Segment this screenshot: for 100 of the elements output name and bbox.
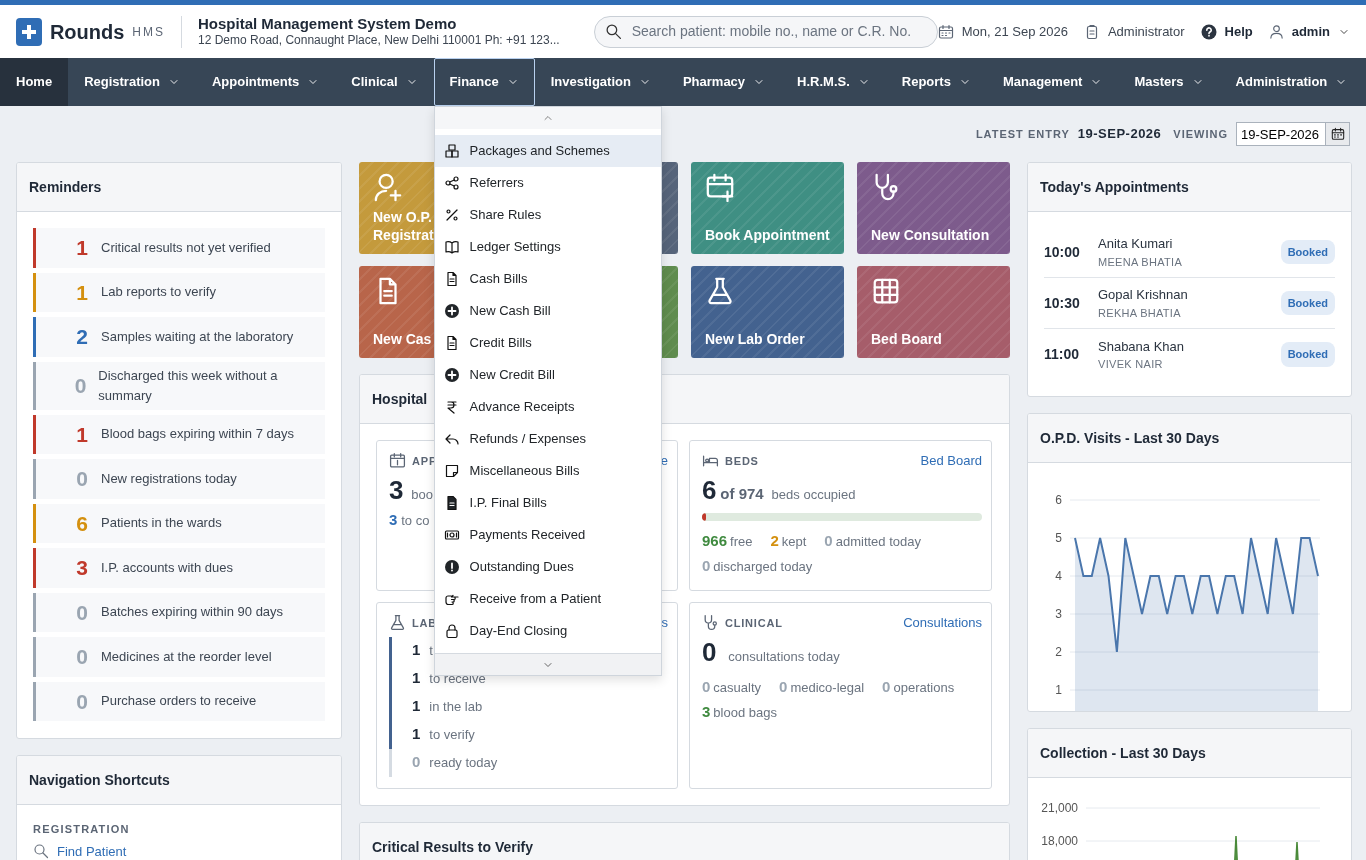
doctor-name: MEENA BHATIA [1098, 254, 1184, 270]
reminder-text: Blood bags expiring within 7 days [100, 425, 295, 444]
stat-label: beds occupied [771, 486, 856, 502]
reminder-text: Discharged this week without a summary [97, 366, 279, 405]
reminder-count: 0 [75, 599, 89, 626]
brand-suffix: HMS [132, 23, 165, 41]
stat-value: 0 [702, 676, 711, 697]
axis-tick-label: 2 [1055, 645, 1062, 659]
stat-label: medico-legal [790, 678, 865, 697]
stat-label: discharged today [713, 558, 813, 576]
tile-label: New O.P. Registrat [373, 208, 435, 244]
reminder-count: 3 [75, 555, 89, 581]
patient-name: Anita Kumari [1098, 235, 1174, 253]
axis-tick-label: 6 [1055, 493, 1062, 507]
reminder-text: Critical results not yet verified [100, 238, 272, 257]
stat-value: 0 [412, 752, 421, 773]
patient-name: Gopal Krishnan [1098, 286, 1189, 304]
panel-title: Navigation Shortcuts [29, 770, 170, 790]
panel-title: Collection - Last 30 Days [1040, 743, 1206, 763]
stat-value: 0 [702, 636, 717, 667]
appointment-time: 11:00 [1044, 345, 1081, 364]
stat-label: to verify [429, 725, 475, 744]
stat-label: operations [893, 678, 955, 697]
stat-label: consultations today [728, 648, 840, 664]
tile-label: Book Appointment [705, 226, 830, 244]
appointment-time: 10:30 [1044, 293, 1081, 313]
status-badge: Booked [1280, 290, 1335, 316]
panel-title: Today's Appointments [1040, 177, 1189, 197]
reminder-count: 6 [75, 510, 89, 537]
tile-label: New Cas [373, 330, 432, 348]
reminder-count: 0 [75, 644, 89, 670]
axis-tick-label: 21,000 [1041, 801, 1078, 815]
latest-entry-label: LATEST ENTRY [975, 126, 1070, 142]
stat-value: 3 [702, 701, 711, 722]
panel-title: Reminders [29, 177, 102, 197]
panel-title: O.P.D. Visits - Last 30 Days [1040, 428, 1220, 448]
brand-name: Rounds [49, 19, 125, 45]
reminder-text: Lab reports to verify [100, 283, 217, 302]
hospital-name: Hospital Management System Demo [198, 15, 458, 33]
stat-label: ready today [429, 753, 498, 772]
stat-value: 1 [412, 640, 421, 661]
stat-label: kept [781, 533, 807, 551]
status-badge: Booked [1280, 239, 1335, 265]
hospital-address: 12 Demo Road, Connaught Place, New Delhi 110001 Ph: +91 123... [198, 33, 560, 48]
axis-tick-label: 18,000 [1041, 834, 1078, 848]
reminder-count: 1 [75, 421, 89, 448]
reminder-count: 1 [75, 279, 89, 306]
card-heading: CLINICAL [725, 615, 783, 631]
reminder-text: Medicines at the reorder level [100, 647, 273, 666]
tile-label: New Consultation [871, 226, 990, 244]
appointment-time: 10:00 [1044, 242, 1081, 262]
panel-title: Critical Results to Verify [372, 837, 534, 857]
stat-label: blood bags [713, 703, 777, 722]
card-heading: BEDS [725, 453, 759, 469]
doctor-name: VIVEK NAIR [1098, 357, 1164, 372]
status-badge: Booked [1280, 342, 1335, 367]
section-heading: REGISTRATION [33, 822, 131, 837]
reminder-text: Batches expiring within 90 days [100, 603, 285, 622]
axis-tick-label: 5 [1055, 531, 1062, 545]
axis-tick-label: 1 [1055, 683, 1062, 697]
reminder-text: Patients in the wards [100, 514, 223, 533]
reminder-text: New registrations today [100, 469, 238, 488]
stat-label: boo [411, 486, 434, 502]
tile-label: New Lab Order [705, 330, 805, 348]
stat-value: 0 [702, 556, 711, 576]
stat-value: 1 [412, 724, 421, 745]
stat-total: of 974 [720, 484, 764, 502]
reminder-count: 0 [75, 688, 89, 715]
tile-label: Bed Board [871, 330, 942, 348]
stat-value: 3 [389, 474, 404, 505]
axis-tick-label: 4 [1055, 569, 1062, 583]
stat-label: casualty [713, 678, 762, 697]
stat-value: 2 [770, 531, 779, 551]
stat-value: 966 [702, 531, 728, 551]
user-role: Administrator [1107, 22, 1185, 41]
stat-value: 0 [779, 676, 788, 697]
reminder-count: 0 [73, 372, 88, 399]
reminder-text: Samples waiting at the laboratory [100, 327, 295, 346]
panel-title: Hospital [372, 389, 428, 409]
stat-label: admitted today [835, 533, 921, 551]
stat-label: free [730, 533, 753, 551]
stat-value: 1 [412, 696, 421, 717]
reminder-count: 2 [75, 324, 89, 350]
reminder-count: 1 [75, 235, 89, 261]
latest-entry-date: 19-SEP-2026 [1077, 125, 1162, 144]
stat-label: to co [401, 512, 430, 528]
stat-value: 3 [389, 510, 398, 528]
axis-tick-label: 3 [1055, 607, 1062, 621]
stat-label: to receive [429, 669, 486, 688]
stat-label: t [429, 641, 433, 660]
reminder-text: Purchase orders to receive [100, 692, 258, 711]
doctor-name: REKHA BHATIA [1098, 305, 1182, 321]
reminder-count: 0 [75, 466, 89, 492]
patient-name: Shabana Khan [1098, 337, 1186, 356]
stat-value: 1 [412, 668, 421, 689]
viewing-label: VIEWING [1173, 126, 1228, 142]
reminder-text: I.P. accounts with dues [100, 558, 234, 577]
stat-label: in the lab [429, 697, 483, 716]
current-date: Mon, 21 Sep 2026 [961, 22, 1068, 41]
stat-value: 6 [702, 474, 717, 505]
